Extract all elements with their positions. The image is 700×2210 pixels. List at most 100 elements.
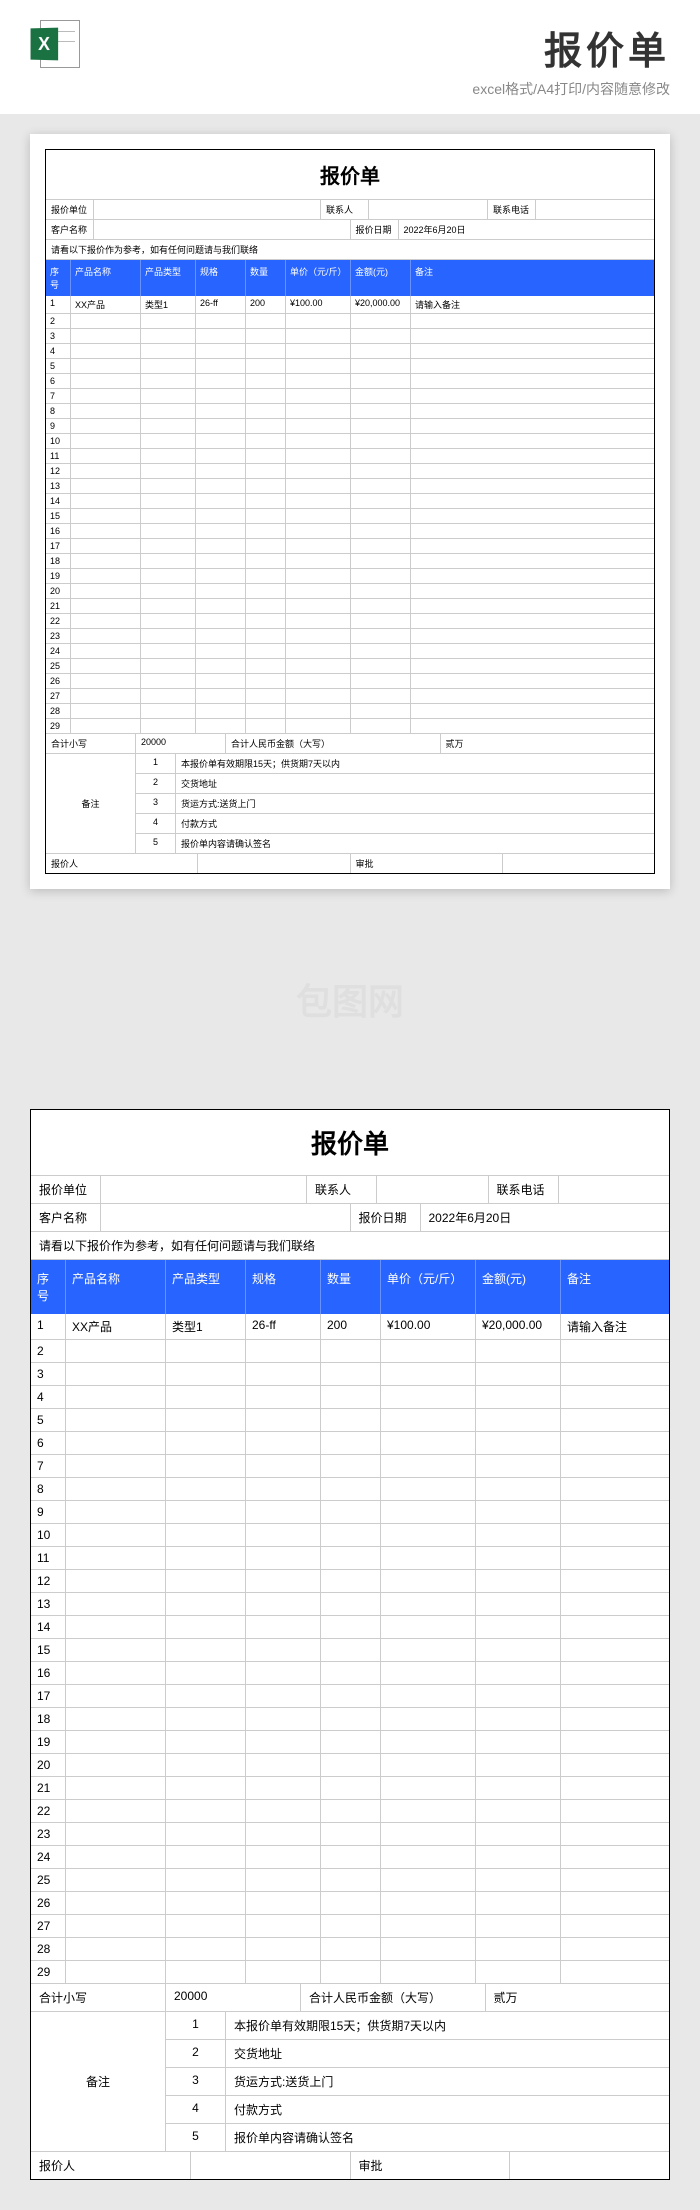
- cell-spec: [196, 599, 246, 613]
- cell-seq: 6: [31, 1432, 66, 1454]
- col-seq: 序号: [31, 1260, 66, 1314]
- cell-qty: [246, 434, 286, 448]
- cell-amount: [351, 674, 411, 688]
- cell-spec: [246, 1478, 321, 1500]
- cell-qty: [321, 1478, 381, 1500]
- remarks-num: 1: [136, 754, 176, 773]
- cell-remark: [411, 644, 654, 658]
- cell-price: ¥100.00: [286, 296, 351, 313]
- table-row: 1XX产品类型126-ff200¥100.00¥20,000.00请输入备注: [31, 1314, 669, 1340]
- table-body-large: 1XX产品类型126-ff200¥100.00¥20,000.00请输入备注23…: [31, 1314, 669, 1984]
- date-value: 2022年6月20日: [399, 220, 655, 239]
- subtotal-value: 20000: [166, 1984, 301, 2011]
- cell-seq: 2: [31, 1340, 66, 1362]
- table-row: 2: [46, 314, 654, 329]
- cell-amount: [476, 1363, 561, 1385]
- contact-value: [377, 1176, 489, 1203]
- remarks-text: 交货地址: [226, 2040, 669, 2067]
- remarks-num: 4: [136, 814, 176, 833]
- cell-spec: [246, 1501, 321, 1523]
- cell-remark: [561, 1754, 669, 1776]
- cell-spec: [246, 1823, 321, 1845]
- cell-remark: [411, 359, 654, 373]
- cell-qty: [321, 1754, 381, 1776]
- cell-type: 类型1: [141, 296, 196, 313]
- cell-type: [141, 584, 196, 598]
- cell-type: [141, 344, 196, 358]
- cell-type: [141, 449, 196, 463]
- table-row: 17: [31, 1685, 669, 1708]
- cell-type: [166, 1892, 246, 1914]
- cell-type: [141, 569, 196, 583]
- cell-seq: 5: [46, 359, 71, 373]
- cell-qty: [321, 1386, 381, 1408]
- cell-amount: [351, 494, 411, 508]
- cell-spec: 26-ff: [196, 296, 246, 313]
- table-row: 24: [31, 1846, 669, 1869]
- cell-spec: [196, 389, 246, 403]
- cell-price: [381, 1869, 476, 1891]
- cell-seq: 28: [46, 704, 71, 718]
- cell-spec: [246, 1340, 321, 1362]
- cell-price: [286, 614, 351, 628]
- cell-remark: [411, 719, 654, 733]
- cell-remark: [561, 1800, 669, 1822]
- cell-qty: [246, 344, 286, 358]
- cell-qty: [246, 449, 286, 463]
- cell-qty: [321, 1800, 381, 1822]
- cell-qty: [321, 1662, 381, 1684]
- cell-qty: [246, 614, 286, 628]
- customer-value: [101, 1204, 351, 1231]
- cell-amount: [351, 464, 411, 478]
- cell-spec: [246, 1685, 321, 1707]
- cell-seq: 8: [46, 404, 71, 418]
- cell-name: [66, 1823, 166, 1845]
- cell-name: [66, 1363, 166, 1385]
- cell-name: [66, 1777, 166, 1799]
- table-row: 4: [46, 344, 654, 359]
- cell-remark: [411, 479, 654, 493]
- cell-seq: 2: [46, 314, 71, 328]
- table-row: 6: [46, 374, 654, 389]
- cell-spec: [196, 704, 246, 718]
- cell-seq: 11: [31, 1547, 66, 1569]
- table-header: 序号 产品名称 产品类型 规格 数量 单价（元/斤） 金额(元) 备注: [46, 260, 654, 296]
- quote-document-full: 报价单 报价单位 联系人 联系电话 客户名称 报价日期 2022年6月20日 请…: [30, 1109, 670, 2180]
- cell-remark: [561, 1570, 669, 1592]
- cell-qty: [246, 329, 286, 343]
- cell-price: [381, 1547, 476, 1569]
- cell-seq: 19: [46, 569, 71, 583]
- cell-name: [71, 569, 141, 583]
- cell-qty: [246, 479, 286, 493]
- cell-name: [71, 509, 141, 523]
- cell-type: [141, 689, 196, 703]
- cell-name: [66, 1593, 166, 1615]
- cell-name: [66, 1869, 166, 1891]
- phone-label: 联系电话: [489, 1176, 559, 1203]
- cell-price: [381, 1915, 476, 1937]
- remarks-num: 3: [166, 2068, 226, 2095]
- cell-amount: [476, 1639, 561, 1661]
- cell-qty: [321, 1524, 381, 1546]
- cell-seq: 28: [31, 1938, 66, 1960]
- table-row: 22: [31, 1800, 669, 1823]
- table-row: 3: [46, 329, 654, 344]
- cell-qty: [321, 1547, 381, 1569]
- contact-label: 联系人: [321, 200, 369, 219]
- cell-name: [71, 554, 141, 568]
- cell-spec: [246, 1662, 321, 1684]
- cell-spec: [196, 434, 246, 448]
- cell-type: [166, 1685, 246, 1707]
- cell-qty: [321, 1340, 381, 1362]
- col-spec: 规格: [196, 260, 246, 296]
- cell-seq: 29: [31, 1961, 66, 1983]
- table-row: 6: [31, 1432, 669, 1455]
- template-title: 报价单: [95, 20, 670, 75]
- cell-price: [286, 524, 351, 538]
- cell-qty: [246, 389, 286, 403]
- cell-spec: [246, 1708, 321, 1730]
- remarks-text: 货运方式:送货上门: [226, 2068, 669, 2095]
- cell-amount: [476, 1800, 561, 1822]
- cell-remark: [561, 1363, 669, 1385]
- cell-name: XX产品: [66, 1314, 166, 1339]
